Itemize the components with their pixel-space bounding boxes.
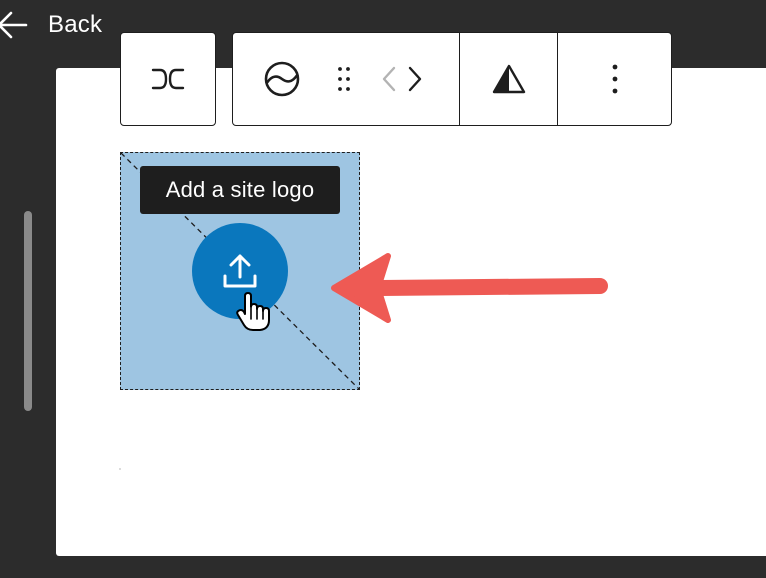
drag-handle[interactable] (333, 33, 355, 125)
styles-button[interactable] (233, 33, 331, 125)
more-options-icon (612, 64, 617, 94)
drag-handle-icon (338, 67, 350, 91)
hand-pointer-cursor-icon (236, 292, 270, 331)
canvas-artifact (119, 468, 121, 470)
tooltip-text: Add a site logo (165, 177, 315, 202)
block-toolbar-transform-group (120, 32, 216, 126)
move-right-button[interactable] (403, 33, 427, 125)
block-type-button[interactable] (121, 33, 215, 125)
more-options-button[interactable] (557, 33, 671, 125)
chevron-right-icon (408, 66, 422, 92)
add-site-logo-tooltip: Add a site logo (140, 166, 340, 214)
site-logo-block-icon (151, 68, 185, 90)
align-button[interactable] (459, 33, 557, 125)
scrollbar[interactable] (24, 211, 32, 411)
back-button[interactable]: Back (0, 4, 102, 46)
upload-icon (223, 254, 257, 288)
chevron-left-icon (382, 66, 396, 92)
alignment-triangle-icon (492, 64, 525, 94)
back-label: Back (48, 11, 103, 38)
styles-circle-icon (264, 61, 300, 97)
arrow-left-icon (0, 11, 28, 39)
block-toolbar-main-group (232, 32, 672, 126)
annotation-arrow-icon (331, 253, 608, 323)
